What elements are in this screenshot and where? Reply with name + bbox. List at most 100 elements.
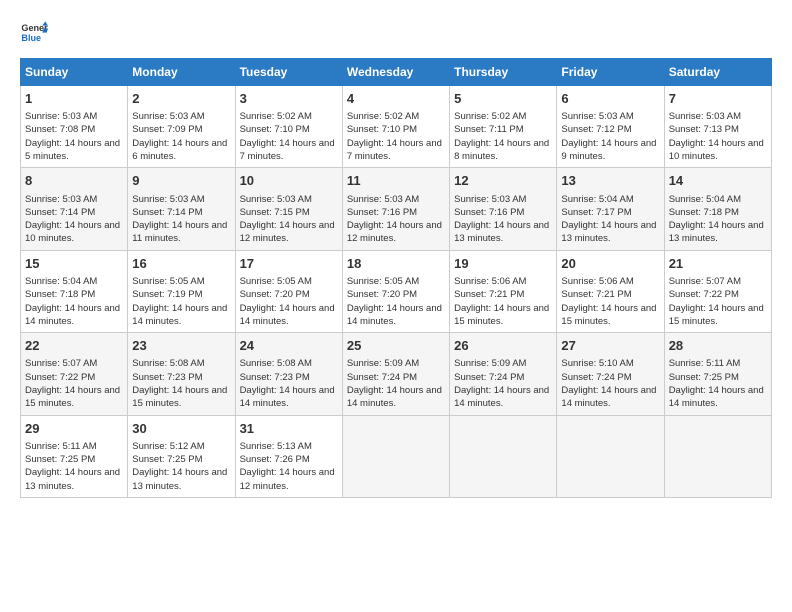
sunset-label: Sunset: 7:14 PM xyxy=(132,207,202,218)
daylight-label: Daylight: 14 hours and 6 minutes. xyxy=(132,138,227,162)
day-number: 2 xyxy=(132,90,230,108)
calendar-cell: 9Sunrise: 5:03 AMSunset: 7:14 PMDaylight… xyxy=(128,168,235,250)
sunrise-label: Sunrise: 5:03 AM xyxy=(240,194,312,205)
sunset-label: Sunset: 7:21 PM xyxy=(454,289,524,300)
sunset-label: Sunset: 7:26 PM xyxy=(240,454,310,465)
daylight-label: Daylight: 14 hours and 11 minutes. xyxy=(132,220,227,244)
day-number: 17 xyxy=(240,255,338,273)
calendar-cell: 18Sunrise: 5:05 AMSunset: 7:20 PMDayligh… xyxy=(342,250,449,332)
sunset-label: Sunset: 7:11 PM xyxy=(454,124,524,135)
calendar-cell: 26Sunrise: 5:09 AMSunset: 7:24 PMDayligh… xyxy=(450,333,557,415)
day-number: 3 xyxy=(240,90,338,108)
sunrise-label: Sunrise: 5:03 AM xyxy=(561,111,633,122)
calendar-week-5: 29Sunrise: 5:11 AMSunset: 7:25 PMDayligh… xyxy=(21,415,772,497)
daylight-label: Daylight: 14 hours and 13 minutes. xyxy=(454,220,549,244)
day-number: 7 xyxy=(669,90,767,108)
daylight-label: Daylight: 14 hours and 14 minutes. xyxy=(454,385,549,409)
col-wednesday: Wednesday xyxy=(342,59,449,86)
calendar-cell: 19Sunrise: 5:06 AMSunset: 7:21 PMDayligh… xyxy=(450,250,557,332)
daylight-label: Daylight: 14 hours and 8 minutes. xyxy=(454,138,549,162)
daylight-label: Daylight: 14 hours and 14 minutes. xyxy=(25,303,120,327)
sunrise-label: Sunrise: 5:07 AM xyxy=(669,276,741,287)
calendar-cell: 29Sunrise: 5:11 AMSunset: 7:25 PMDayligh… xyxy=(21,415,128,497)
day-number: 18 xyxy=(347,255,445,273)
sunset-label: Sunset: 7:25 PM xyxy=(132,454,202,465)
sunrise-label: Sunrise: 5:03 AM xyxy=(132,194,204,205)
sunset-label: Sunset: 7:25 PM xyxy=(669,372,739,383)
daylight-label: Daylight: 14 hours and 14 minutes. xyxy=(132,303,227,327)
sunset-label: Sunset: 7:09 PM xyxy=(132,124,202,135)
day-number: 5 xyxy=(454,90,552,108)
col-monday: Monday xyxy=(128,59,235,86)
sunrise-label: Sunrise: 5:03 AM xyxy=(25,194,97,205)
sunset-label: Sunset: 7:24 PM xyxy=(347,372,417,383)
day-number: 28 xyxy=(669,337,767,355)
col-thursday: Thursday xyxy=(450,59,557,86)
daylight-label: Daylight: 14 hours and 15 minutes. xyxy=(132,385,227,409)
daylight-label: Daylight: 14 hours and 5 minutes. xyxy=(25,138,120,162)
sunset-label: Sunset: 7:17 PM xyxy=(561,207,631,218)
sunset-label: Sunset: 7:21 PM xyxy=(561,289,631,300)
sunset-label: Sunset: 7:14 PM xyxy=(25,207,95,218)
sunset-label: Sunset: 7:20 PM xyxy=(347,289,417,300)
sunrise-label: Sunrise: 5:05 AM xyxy=(132,276,204,287)
calendar-cell: 31Sunrise: 5:13 AMSunset: 7:26 PMDayligh… xyxy=(235,415,342,497)
daylight-label: Daylight: 14 hours and 13 minutes. xyxy=(561,220,656,244)
calendar-cell: 25Sunrise: 5:09 AMSunset: 7:24 PMDayligh… xyxy=(342,333,449,415)
calendar-cell: 10Sunrise: 5:03 AMSunset: 7:15 PMDayligh… xyxy=(235,168,342,250)
sunset-label: Sunset: 7:23 PM xyxy=(240,372,310,383)
calendar-cell: 21Sunrise: 5:07 AMSunset: 7:22 PMDayligh… xyxy=(664,250,771,332)
day-number: 13 xyxy=(561,172,659,190)
sunrise-label: Sunrise: 5:11 AM xyxy=(25,441,97,452)
daylight-label: Daylight: 14 hours and 10 minutes. xyxy=(25,220,120,244)
day-number: 24 xyxy=(240,337,338,355)
svg-text:Blue: Blue xyxy=(21,33,41,43)
calendar-cell: 23Sunrise: 5:08 AMSunset: 7:23 PMDayligh… xyxy=(128,333,235,415)
col-friday: Friday xyxy=(557,59,664,86)
calendar-cell: 3Sunrise: 5:02 AMSunset: 7:10 PMDaylight… xyxy=(235,86,342,168)
sunset-label: Sunset: 7:20 PM xyxy=(240,289,310,300)
header-row: Sunday Monday Tuesday Wednesday Thursday… xyxy=(21,59,772,86)
day-number: 11 xyxy=(347,172,445,190)
daylight-label: Daylight: 14 hours and 14 minutes. xyxy=(669,385,764,409)
day-number: 29 xyxy=(25,420,123,438)
calendar-cell: 2Sunrise: 5:03 AMSunset: 7:09 PMDaylight… xyxy=(128,86,235,168)
daylight-label: Daylight: 14 hours and 15 minutes. xyxy=(25,385,120,409)
day-number: 20 xyxy=(561,255,659,273)
calendar-week-4: 22Sunrise: 5:07 AMSunset: 7:22 PMDayligh… xyxy=(21,333,772,415)
sunset-label: Sunset: 7:16 PM xyxy=(347,207,417,218)
calendar-cell: 28Sunrise: 5:11 AMSunset: 7:25 PMDayligh… xyxy=(664,333,771,415)
day-number: 16 xyxy=(132,255,230,273)
sunset-label: Sunset: 7:24 PM xyxy=(561,372,631,383)
sunset-label: Sunset: 7:12 PM xyxy=(561,124,631,135)
sunrise-label: Sunrise: 5:06 AM xyxy=(561,276,633,287)
calendar-cell: 27Sunrise: 5:10 AMSunset: 7:24 PMDayligh… xyxy=(557,333,664,415)
daylight-label: Daylight: 14 hours and 14 minutes. xyxy=(240,385,335,409)
sunrise-label: Sunrise: 5:12 AM xyxy=(132,441,204,452)
calendar-cell: 13Sunrise: 5:04 AMSunset: 7:17 PMDayligh… xyxy=(557,168,664,250)
calendar-week-1: 1Sunrise: 5:03 AMSunset: 7:08 PMDaylight… xyxy=(21,86,772,168)
calendar-cell: 12Sunrise: 5:03 AMSunset: 7:16 PMDayligh… xyxy=(450,168,557,250)
sunrise-label: Sunrise: 5:05 AM xyxy=(240,276,312,287)
calendar-cell: 11Sunrise: 5:03 AMSunset: 7:16 PMDayligh… xyxy=(342,168,449,250)
daylight-label: Daylight: 14 hours and 10 minutes. xyxy=(669,138,764,162)
sunset-label: Sunset: 7:16 PM xyxy=(454,207,524,218)
sunrise-label: Sunrise: 5:09 AM xyxy=(347,358,419,369)
calendar-cell: 6Sunrise: 5:03 AMSunset: 7:12 PMDaylight… xyxy=(557,86,664,168)
sunset-label: Sunset: 7:23 PM xyxy=(132,372,202,383)
daylight-label: Daylight: 14 hours and 15 minutes. xyxy=(669,303,764,327)
day-number: 4 xyxy=(347,90,445,108)
calendar-cell: 15Sunrise: 5:04 AMSunset: 7:18 PMDayligh… xyxy=(21,250,128,332)
calendar-table: Sunday Monday Tuesday Wednesday Thursday… xyxy=(20,58,772,498)
daylight-label: Daylight: 14 hours and 14 minutes. xyxy=(347,385,442,409)
day-number: 15 xyxy=(25,255,123,273)
daylight-label: Daylight: 14 hours and 7 minutes. xyxy=(347,138,442,162)
sunset-label: Sunset: 7:24 PM xyxy=(454,372,524,383)
daylight-label: Daylight: 14 hours and 12 minutes. xyxy=(240,220,335,244)
day-number: 30 xyxy=(132,420,230,438)
col-saturday: Saturday xyxy=(664,59,771,86)
day-number: 22 xyxy=(25,337,123,355)
calendar-week-2: 8Sunrise: 5:03 AMSunset: 7:14 PMDaylight… xyxy=(21,168,772,250)
calendar-cell: 1Sunrise: 5:03 AMSunset: 7:08 PMDaylight… xyxy=(21,86,128,168)
daylight-label: Daylight: 14 hours and 7 minutes. xyxy=(240,138,335,162)
